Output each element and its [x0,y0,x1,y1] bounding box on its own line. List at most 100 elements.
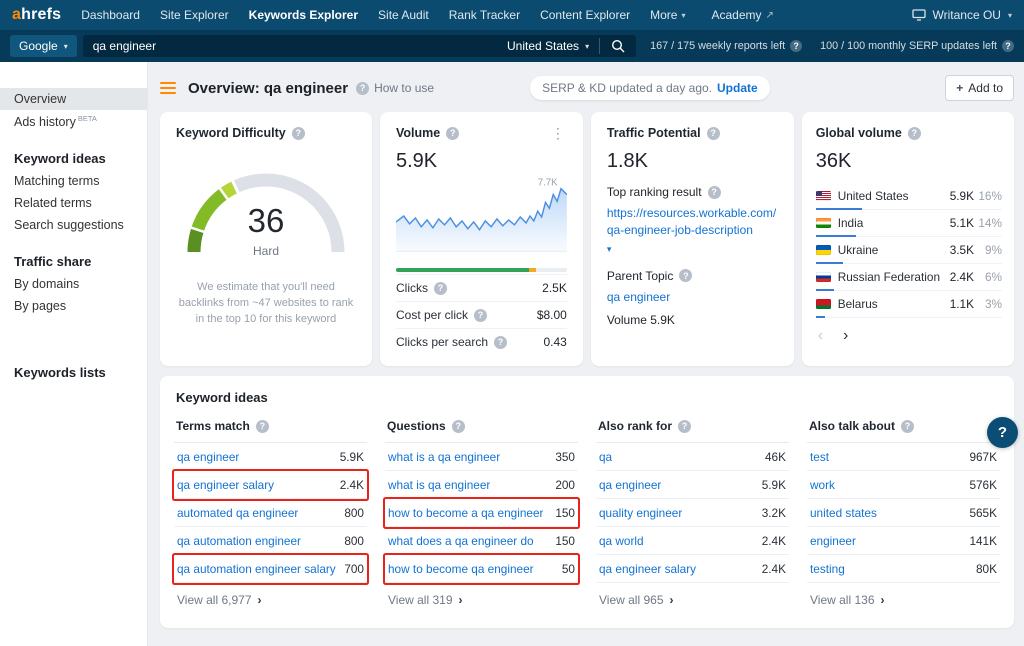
help-icon[interactable]: ? [494,336,507,349]
keyword-link[interactable]: quality engineer [599,506,682,520]
keyword-link[interactable]: qa automation engineer salary [177,562,336,576]
keyword-link[interactable]: what is a qa engineer [388,450,500,464]
country-row: United States5.9K16% [816,183,1002,210]
help-icon[interactable]: ? [434,282,447,295]
keyword-link[interactable]: testing [810,562,845,576]
monitor-icon [912,9,926,21]
nav-item-site-explorer[interactable]: Site Explorer [160,8,229,22]
search-button[interactable] [600,35,636,57]
card-title: Volume?⋮ [396,126,567,140]
traffic-potential-card: Traffic Potential? 1.8K Top ranking resu… [591,112,794,366]
keyword-link[interactable]: qa engineer salary [599,562,696,576]
prev-page-button[interactable]: ‹ [818,328,823,344]
help-icon[interactable]: ? [452,420,465,433]
keyword-link[interactable]: test [810,450,829,464]
sidebar-item-related-terms[interactable]: Related terms [0,192,147,214]
help-icon[interactable]: ? [678,420,691,433]
nav-item-dashboard[interactable]: Dashboard [81,8,140,22]
country-share: 14% [974,216,1002,230]
keyword-link[interactable]: qa [599,450,612,464]
help-icon[interactable]: ? [474,309,487,322]
keyword-link[interactable]: automated qa engineer [177,506,298,520]
keyword-volume: 2.4K [754,562,786,576]
paid-clicks-segment [529,268,536,272]
nav-item-keywords-explorer[interactable]: Keywords Explorer [249,8,358,22]
country-volume: 5.9K [940,189,974,203]
add-to-button[interactable]: +Add to [945,75,1014,101]
clicks-distribution-bar [396,268,567,272]
keyword-link[interactable]: qa automation engineer [177,534,301,548]
help-icon[interactable]: ? [292,127,305,140]
academy-link[interactable]: Academy↗ [712,8,774,22]
keyword-volume: 800 [336,534,364,548]
sidebar-item-overview[interactable]: Overview [0,88,147,110]
view-all-link[interactable]: View all 6,977› [174,583,367,607]
keyword-row: quality engineer3.2K [596,499,789,527]
keyword-link[interactable]: united states [810,506,877,520]
column-header: Terms match? [174,413,367,443]
sidebar-item-matching-terms[interactable]: Matching terms [0,170,147,192]
how-to-use-link[interactable]: ?How to use [356,81,434,95]
sidebar-header-keywords-lists[interactable]: Keywords lists [0,361,147,384]
next-page-button[interactable]: › [843,328,848,344]
ahrefs-logo[interactable]: ahrefs [12,6,61,24]
view-all-link[interactable]: View all 965› [596,583,789,607]
expand-caret-icon[interactable]: ▾ [607,244,612,255]
sidebar-toggle-button[interactable] [160,82,176,94]
help-icon[interactable]: ? [790,40,802,52]
clicks-value: 2.5K [542,281,567,295]
keyword-volume: 2.4K [332,478,364,492]
help-icon[interactable]: ? [707,127,720,140]
help-icon[interactable]: ? [708,186,721,199]
nav-item-content-explorer[interactable]: Content Explorer [540,8,630,22]
search-engine-select[interactable]: Google▾ [10,35,77,57]
help-icon[interactable]: ? [256,420,269,433]
keyword-search-input[interactable] [83,39,497,53]
help-icon[interactable]: ? [1002,40,1014,52]
help-icon[interactable]: ? [446,127,459,140]
keyword-link[interactable]: work [810,478,835,492]
sidebar-item-search-suggestions[interactable]: Search suggestions [0,214,147,236]
top-ranking-url-link[interactable]: https://resources.workable.com/qa-engine… [607,205,778,239]
country-row: Ukraine3.5K9% [816,237,1002,264]
view-all-link[interactable]: View all 319› [385,583,578,607]
top-ranking-result-label: Top ranking result? [607,185,778,199]
sidebar-header-keyword-ideas: Keyword ideas [0,147,147,170]
parent-topic-link[interactable]: qa engineer [607,289,778,306]
keyword-row: qa engineer salary 2.4K [596,555,789,583]
kebab-menu-icon[interactable]: ⋮ [549,126,567,140]
sidebar-item-by-domains[interactable]: By domains [0,273,147,295]
keyword-link[interactable]: qa engineer [599,478,661,492]
view-all-link[interactable]: View all 136› [807,583,1000,607]
keyword-link[interactable]: what does a qa engineer do [388,534,534,548]
questions-column: Questions? what is a qa engineer350 what… [385,413,578,607]
update-link[interactable]: Update [717,81,758,95]
nav-item-site-audit[interactable]: Site Audit [378,8,429,22]
account-menu[interactable]: Writance OU ▾ [912,8,1012,22]
parent-topic-label: Parent Topic? [607,269,778,283]
kd-gauge: 36 Hard [176,162,356,264]
nav-item-rank-tracker[interactable]: Rank Tracker [449,8,520,22]
help-icon[interactable]: ? [679,269,692,282]
help-fab-button[interactable]: ? [987,417,1018,448]
country-row: Russian Federation2.4K6% [816,264,1002,291]
sidebar-item-ads-history[interactable]: Ads historyBETA [0,110,147,133]
keyword-link[interactable]: engineer [810,534,856,548]
quota-status: 167 / 175 weekly reports left? 100 / 100… [650,40,1014,52]
help-icon[interactable]: ? [901,420,914,433]
country-select[interactable]: United States▾ [497,39,599,53]
keyword-row: automated qa engineer800 [174,499,367,527]
keyword-volume: 565K [961,506,997,520]
keyword-link[interactable]: qa world [599,534,644,548]
keyword-link[interactable]: how to become qa engineer [388,562,534,576]
global-volume-card: Global volume? 36K United States5.9K16% … [802,112,1014,366]
also-rank-for-column: Also rank for? qa46K qa engineer5.9K qua… [596,413,789,607]
nav-item-more[interactable]: More▾ [650,8,685,22]
serp-updates-status: 100 / 100 monthly SERP updates left? [820,40,1014,52]
keyword-link[interactable]: qa engineer salary [177,478,274,492]
keyword-link[interactable]: how to become a qa engineer [388,506,543,520]
sidebar-item-by-pages[interactable]: By pages [0,295,147,317]
keyword-link[interactable]: qa engineer [177,450,239,464]
help-icon[interactable]: ? [908,127,921,140]
keyword-link[interactable]: what is qa engineer [388,478,490,492]
